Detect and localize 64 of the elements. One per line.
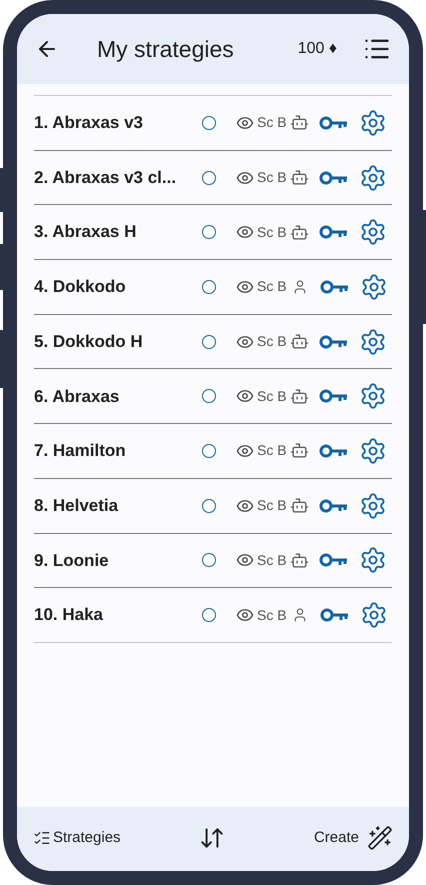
key-icon[interactable] [318, 498, 349, 514]
robot-icon [290, 168, 309, 188]
strategy-name[interactable]: 4. Dokkodo [34, 274, 202, 300]
robot-icon [290, 550, 309, 570]
list-icon [33, 829, 51, 847]
settings-icon[interactable] [360, 601, 388, 630]
visibility-label: Sc B [257, 113, 287, 132]
settings-icon[interactable] [358, 492, 387, 520]
robot-icon [290, 441, 309, 460]
visibility-label: Sc B [257, 550, 287, 570]
strategy-name[interactable]: 5. Dokkodo H [34, 328, 202, 354]
strategy-name[interactable]: 7. Hamilton [34, 438, 202, 464]
key-icon[interactable] [318, 552, 349, 568]
select-radio[interactable] [202, 389, 216, 404]
magic-wand-icon [367, 825, 393, 851]
visibility-label: Sc B [257, 222, 287, 242]
settings-icon[interactable] [358, 546, 387, 574]
strategy-name[interactable]: 10. Haka [34, 602, 202, 628]
visibility-label: Sc B [257, 168, 287, 188]
robot-icon [290, 222, 309, 242]
key-icon[interactable] [318, 224, 349, 240]
select-radio[interactable] [202, 608, 216, 622]
strategy-name[interactable]: 2. Abraxas v3 cl... [34, 164, 202, 190]
strategy-name[interactable]: 1. Abraxas v3 [34, 110, 202, 136]
settings-icon[interactable] [358, 218, 387, 246]
robot-icon [290, 113, 309, 132]
visibility-label: Sc B [257, 386, 287, 406]
robot-icon [290, 386, 309, 406]
key-icon[interactable] [320, 607, 350, 624]
key-icon[interactable] [318, 442, 349, 459]
visibility-label: Sc B [257, 441, 287, 460]
settings-icon[interactable] [360, 272, 388, 301]
key-icon[interactable] [318, 388, 349, 404]
select-radio[interactable] [202, 280, 216, 294]
visibility-label: Sc B [257, 496, 287, 516]
key-icon[interactable] [318, 114, 349, 131]
select-radio[interactable] [202, 553, 216, 568]
page-title: My strategies [97, 34, 234, 64]
key-icon[interactable] [320, 278, 350, 295]
strategy-name[interactable]: 9. Loonie [34, 548, 202, 574]
select-radio[interactable] [202, 498, 216, 513]
select-radio[interactable] [202, 116, 216, 130]
strategy-name[interactable]: 6. Abraxas [34, 384, 202, 410]
settings-icon[interactable] [358, 108, 387, 137]
strategy-name[interactable]: 8. Helvetia [34, 492, 202, 518]
settings-icon[interactable] [358, 164, 387, 192]
strategy-name[interactable]: 3. Abraxas H [34, 219, 202, 245]
key-icon[interactable] [318, 170, 349, 186]
select-radio[interactable] [202, 444, 216, 458]
select-radio[interactable] [202, 334, 216, 349]
strategies-button[interactable]: Strategies [33, 826, 121, 850]
visibility-label: Sc B [257, 606, 287, 625]
select-radio[interactable] [202, 170, 216, 185]
robot-icon [290, 332, 309, 352]
settings-icon[interactable] [358, 436, 387, 465]
create-button[interactable]: Create [314, 825, 393, 851]
robot-icon [290, 496, 309, 516]
key-icon[interactable] [318, 334, 349, 350]
visibility-label: Sc B [257, 277, 287, 296]
credits-count: 100 ♦ [298, 39, 337, 59]
visibility-label: Sc B [257, 332, 287, 352]
select-radio[interactable] [202, 225, 216, 240]
settings-icon[interactable] [358, 328, 387, 356]
settings-icon[interactable] [358, 382, 387, 410]
